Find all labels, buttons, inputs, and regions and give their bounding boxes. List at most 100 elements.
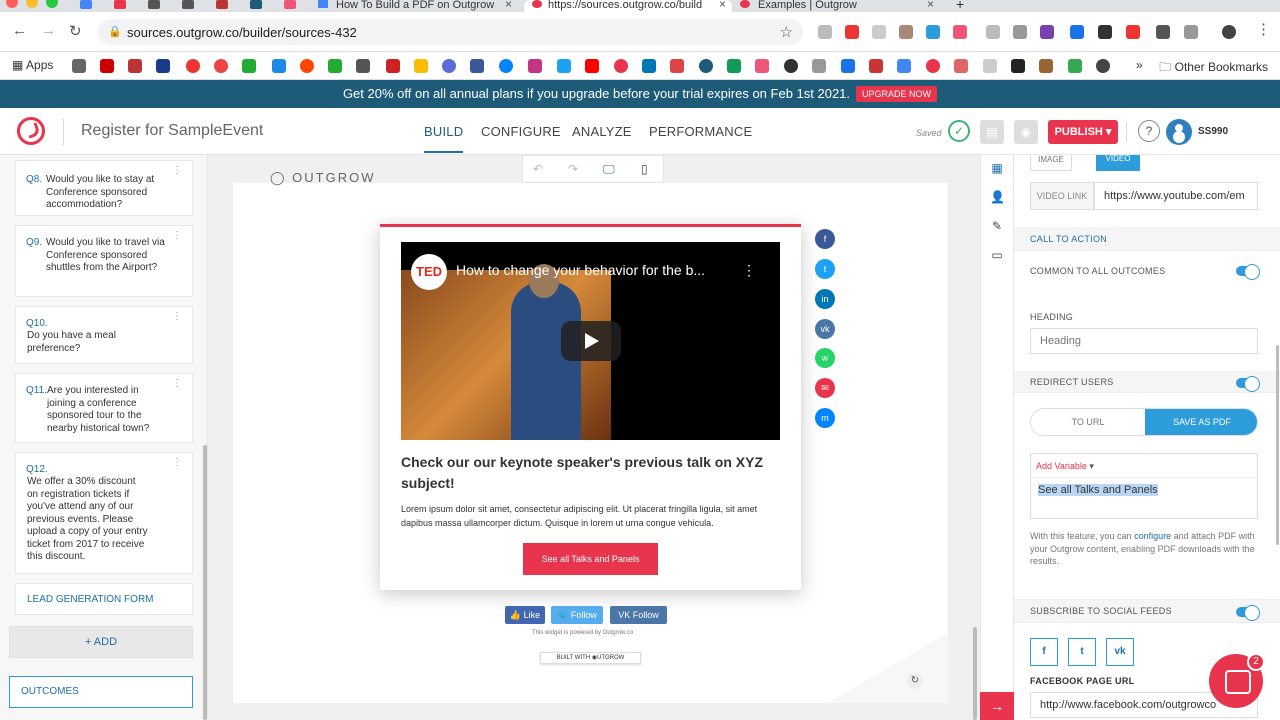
add-variable-dropdown[interactable]: Add Variable ▾ [1031,454,1257,478]
bookmark-icon[interactable] [983,59,997,73]
pinned-tab-icon[interactable] [148,0,160,9]
redo-icon[interactable]: ↷ [568,162,578,176]
bookmark-icon[interactable] [128,59,142,73]
whatsapp-icon[interactable]: w [815,348,835,368]
add-question-button[interactable]: + ADD [9,626,193,658]
bookmark-icon[interactable] [557,59,571,73]
layout-icon[interactable]: ▦ [990,161,1004,175]
bookmark-icon[interactable] [156,59,170,73]
minimize-window-button[interactable] [26,0,38,8]
extension-icon[interactable] [1126,25,1140,39]
heading-input[interactable] [1030,328,1258,354]
extension-icon[interactable] [1013,25,1027,39]
user-name[interactable]: SS990 [1198,126,1228,137]
to-url-option[interactable]: TO URL [1031,409,1145,435]
bookmark-icon[interactable] [100,59,114,73]
configure-link[interactable]: configure [1134,531,1171,541]
tab-build[interactable]: BUILD [424,124,464,153]
bookmark-icon[interactable] [214,59,228,73]
bookmark-icon[interactable] [841,59,855,73]
question-menu-icon[interactable]: ⋮ [172,458,182,468]
browser-tab[interactable]: Examples | Outgrow × [740,0,940,12]
facebook-feed-icon[interactable]: f [1030,638,1058,666]
extension-icon[interactable] [926,25,940,39]
edit-pencil-icon[interactable]: ✎ [990,219,1004,233]
pinned-tab-icon[interactable] [182,0,194,9]
outcome-description[interactable]: Lorem ipsum dolor sit amet, consectetur … [401,502,781,530]
extension-icon[interactable] [953,25,967,39]
pinned-tab-icon[interactable] [80,0,92,9]
video-player[interactable]: TED How to change your behavior for the … [401,242,780,440]
facebook-icon[interactable]: f [815,229,835,249]
question-card[interactable]: Q12. We offer a 30% discount on registra… [15,452,193,574]
ted-channel-icon[interactable]: TED [411,254,447,290]
bookmark-icon[interactable] [414,59,428,73]
upgrade-now-button[interactable]: UPGRADE NOW [856,86,938,102]
browser-menu-icon[interactable]: ⋮ [1256,20,1271,38]
bookmark-icon[interactable] [1011,59,1025,73]
page-title[interactable]: Register for SampleEvent [81,122,263,140]
new-tab-button[interactable]: + [956,0,972,12]
bookmark-icon[interactable] [1039,59,1053,73]
mobile-view-icon[interactable]: ▯ [641,162,648,176]
bookmark-icon[interactable] [1068,59,1082,73]
close-tab-icon[interactable]: × [927,0,934,10]
publish-button[interactable]: PUBLISH ▾ [1048,120,1118,144]
bookmark-icon[interactable] [356,59,370,73]
bookmark-icon[interactable] [442,59,456,73]
question-card[interactable]: Q9. Would you like to travel via Confere… [15,225,193,297]
bookmark-icon[interactable] [242,59,256,73]
linkedin-icon[interactable]: in [815,289,835,309]
pinned-tab-icon[interactable] [114,0,126,9]
save-as-pdf-option[interactable]: SAVE AS PDF [1145,409,1257,435]
card-icon[interactable]: ▭ [990,248,1004,262]
outcomes-item[interactable]: OUTCOMES [9,676,193,708]
tab-analyze[interactable]: ANALYZE [572,124,632,139]
bookmark-icon[interactable] [926,59,940,73]
bookmark-star-icon[interactable]: ☆ [780,23,793,41]
pinned-tab-icon[interactable] [250,0,262,9]
bookmark-icon[interactable] [642,59,656,73]
subscribe-social-toggle[interactable] [1236,605,1260,621]
close-tab-icon[interactable]: × [505,0,512,10]
question-card[interactable]: Q10. Do you have a meal preference? ⋮ [15,306,193,364]
lead-icon[interactable]: 👤 [990,190,1005,204]
bookmark-icon[interactable] [699,59,713,73]
back-icon[interactable]: ← [12,22,27,39]
bookmark-icon[interactable] [869,59,883,73]
pages-icon[interactable]: ▤ [980,120,1004,144]
play-button[interactable] [561,321,621,361]
extension-icon[interactable] [1070,25,1084,39]
question-menu-icon[interactable]: ⋮ [172,166,182,176]
undo-icon[interactable]: ↶ [533,162,543,176]
redirect-users-toggle[interactable] [1236,376,1260,392]
bookmark-icon[interactable] [897,59,911,73]
desktop-view-icon[interactable]: 🖵 [603,162,615,177]
twitter-follow-button[interactable]: 🐦 Follow [551,606,603,624]
vk-follow-button[interactable]: VK Follow [610,606,667,624]
bookmark-icon[interactable] [300,59,314,73]
question-card[interactable]: Q11. Are you interested in joining a con… [15,373,193,443]
pdf-text-content[interactable]: See all Talks and Panels [1038,484,1158,496]
extension-icon[interactable] [845,25,859,39]
extension-icon[interactable] [986,25,1000,39]
video-title[interactable]: How to change your behavior for the b... [456,262,705,278]
extension-icon[interactable] [899,25,913,39]
refresh-icon[interactable]: ↻ [907,673,923,689]
vk-feed-icon[interactable]: vk [1106,638,1134,666]
canvas-scrollbar[interactable] [973,627,977,720]
close-tab-icon[interactable]: × [719,0,726,10]
pinned-tab-icon[interactable] [216,0,228,9]
preview-eye-icon[interactable]: ◉ [1014,120,1038,144]
close-window-button[interactable] [6,0,18,8]
url-field[interactable]: 🔒 sources.outgrow.co/builder/sources-432… [98,19,803,45]
extension-icon[interactable] [818,25,832,39]
sidebar-scrollbar[interactable] [203,445,207,720]
bookmark-icon[interactable] [784,59,798,73]
help-icon[interactable]: ? [1138,120,1160,142]
outgrow-logo[interactable] [17,117,45,145]
bookmark-icon[interactable] [812,59,826,73]
bookmark-icon[interactable] [272,59,286,73]
question-menu-icon[interactable]: ⋮ [172,312,182,322]
twitter-icon[interactable]: t [815,259,835,279]
